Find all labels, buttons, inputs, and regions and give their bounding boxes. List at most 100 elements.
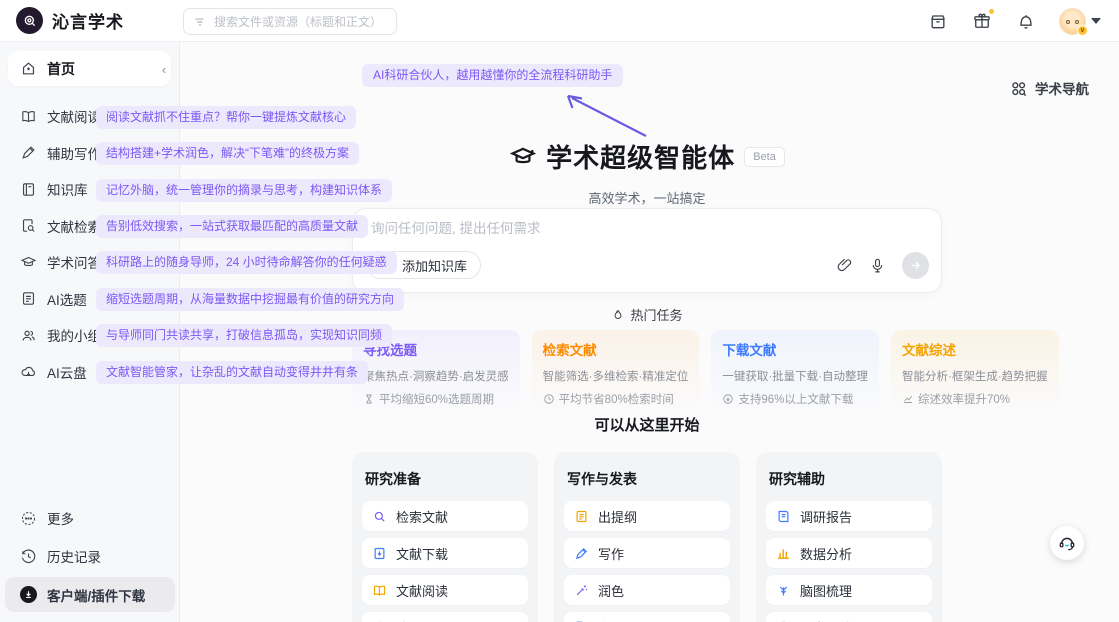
task-desc: 一键获取·批量下载·自动整理 (722, 368, 868, 384)
card-writing-publishing: 写作与发表 出提纲 写作 (554, 452, 740, 622)
card-title: 研究准备 (365, 469, 525, 489)
action-topic-selection[interactable]: 选题 (362, 612, 528, 622)
gift-icon[interactable] (971, 10, 993, 32)
chevron-down-icon (1091, 18, 1101, 24)
user-menu[interactable]: v (1059, 8, 1101, 35)
home-icon (20, 60, 37, 77)
history-clock-icon (20, 548, 37, 565)
app-logo-icon (16, 7, 43, 34)
sidebar-collapse-icon[interactable]: ‹ (156, 59, 172, 79)
task-literature-review[interactable]: 文献综述 智能分析·框架生成·趋势把握 综述效率提升70% (891, 330, 1059, 416)
sidebar-item-label: 文献阅读 (47, 106, 101, 126)
promo-badge: AI科研合伙人，越用越懂你的全流程科研助手 (362, 64, 623, 87)
prompt-input[interactable] (371, 221, 891, 236)
app-root: 沁言学术 (0, 0, 1119, 622)
action-outline[interactable]: 出提纲 (564, 501, 730, 531)
app-title: 沁言学术 (52, 8, 124, 33)
magnifier-icon (372, 509, 387, 524)
sidebar-item-label: 学术问答 (47, 252, 101, 272)
action-data-analysis[interactable]: 数据分析 (766, 538, 932, 568)
tooltip-reading: 阅读文献抓不住重点？帮你一键提炼文献核心 (96, 106, 356, 129)
brand-area[interactable]: 沁言学术 (0, 7, 124, 34)
action-search-literature[interactable]: 检索文献 (362, 501, 528, 531)
action-label: 检索文献 (396, 507, 448, 526)
grid-nav-icon (1009, 79, 1028, 98)
doc-lines-icon (20, 290, 37, 307)
task-search-literature[interactable]: 检索文献 智能筛选·多维检索·精准定位 平均节省80%检索时间 (532, 330, 700, 416)
prompt-composer: 添加知识库 (352, 208, 942, 293)
users-icon (20, 327, 37, 344)
sidebar-item-more[interactable]: 更多 (0, 499, 180, 537)
action-label: 翻译 (598, 618, 624, 622)
task-desc: 智能筛选·多维检索·精准定位 (543, 368, 689, 384)
ellipsis-circle-icon (20, 510, 37, 527)
mindmap-tree-icon (776, 583, 791, 598)
promo-arrow-icon (558, 88, 650, 140)
academic-nav-label: 学术导航 (1035, 78, 1089, 98)
hero-section: 学术超级智能体 Beta 高效学术，一站搞定 (352, 138, 942, 207)
microphone-icon[interactable] (869, 257, 886, 274)
card-title: 写作与发表 (567, 469, 727, 489)
briefcase-icon[interactable] (927, 10, 949, 32)
graduation-cap-icon (509, 143, 537, 171)
card-research-prep: 研究准备 检索文献 文献下载 (352, 452, 538, 622)
sidebar-item-label: 历史记录 (47, 546, 101, 566)
tooltip-search: 告别低效搜索，一站式获取最匹配的高质量文献 (96, 215, 368, 238)
hot-tasks: 寻找选题 聚焦热点·洞察趋势·启发灵感 平均缩短60%选题周期 检索文献 智能筛… (352, 330, 942, 416)
book-open-icon (20, 108, 37, 125)
sidebar-item-label: 文献检索 (47, 216, 101, 236)
sidebar-item-client-download[interactable]: 客户端/插件下载 (5, 577, 175, 612)
magic-wand-icon (574, 583, 589, 598)
page-subtitle: 高效学术，一站搞定 (352, 188, 942, 207)
action-research-design[interactable]: 研究设计 (766, 612, 932, 622)
action-label: 出提纲 (598, 507, 637, 526)
sidebar-item-home[interactable]: 首页 ‹ (8, 51, 171, 86)
task-title: 检索文献 (543, 339, 689, 359)
action-writing[interactable]: 写作 (564, 538, 730, 568)
task-download-literature[interactable]: 下载文献 一键获取·批量下载·自动整理 支持96%以上文献下载 (711, 330, 879, 416)
pen-icon (574, 546, 589, 561)
beta-badge: Beta (744, 147, 785, 167)
graduation-cap-icon (20, 254, 37, 271)
action-literature-reading[interactable]: 文献阅读 (362, 575, 528, 605)
global-search[interactable] (183, 8, 397, 35)
download-circle-icon (722, 393, 734, 405)
cloud-icon (20, 363, 37, 380)
tooltip-qa: 科研路上的随身导师，24 小时待命解答你的任何疑惑 (96, 251, 397, 274)
vip-badge-icon: v (1077, 25, 1088, 36)
headset-icon (1057, 533, 1077, 553)
attachment-icon[interactable] (836, 257, 853, 274)
task-stat: 平均缩短60%选题周期 (379, 391, 494, 407)
action-label: 数据分析 (800, 544, 852, 563)
action-label: 脑图梳理 (800, 581, 852, 600)
task-desc: 智能分析·框架生成·趋势把握 (902, 368, 1048, 384)
doc-search-icon (20, 217, 37, 234)
action-polish[interactable]: 润色 (564, 575, 730, 605)
task-stat: 综述效率提升70% (918, 391, 1010, 407)
download-icon (20, 586, 37, 603)
tooltip-writing: 结构搭建+学术润色，解决“下笔难”的终极方案 (96, 142, 359, 165)
page-title: 学术超级智能体 (546, 138, 735, 175)
customer-service-button[interactable] (1050, 526, 1084, 560)
action-translate[interactable]: 翻译 (564, 612, 730, 622)
search-input[interactable] (214, 15, 387, 29)
start-cards: 研究准备 检索文献 文献下载 (352, 452, 942, 622)
bell-icon[interactable] (1015, 10, 1037, 32)
doc-lines-icon (574, 509, 589, 524)
trend-chart-icon (902, 393, 914, 405)
action-research-report[interactable]: 调研报告 (766, 501, 932, 531)
sidebar-item-label: 更多 (47, 508, 74, 528)
top-actions: v (927, 0, 1101, 42)
bar-chart-icon (776, 546, 791, 561)
action-label: 文献下载 (396, 544, 448, 563)
academic-nav-link[interactable]: 学术导航 (1009, 78, 1089, 98)
avatar-eye (1075, 20, 1079, 24)
book-open-icon (372, 583, 387, 598)
send-button[interactable] (902, 252, 929, 279)
user-avatar: v (1059, 8, 1086, 35)
action-literature-download[interactable]: 文献下载 (362, 538, 528, 568)
action-label: 研究设计 (800, 618, 852, 622)
notebook-icon (20, 181, 37, 198)
sidebar-item-history[interactable]: 历史记录 (0, 537, 180, 575)
action-mindmap[interactable]: 脑图梳理 (766, 575, 932, 605)
